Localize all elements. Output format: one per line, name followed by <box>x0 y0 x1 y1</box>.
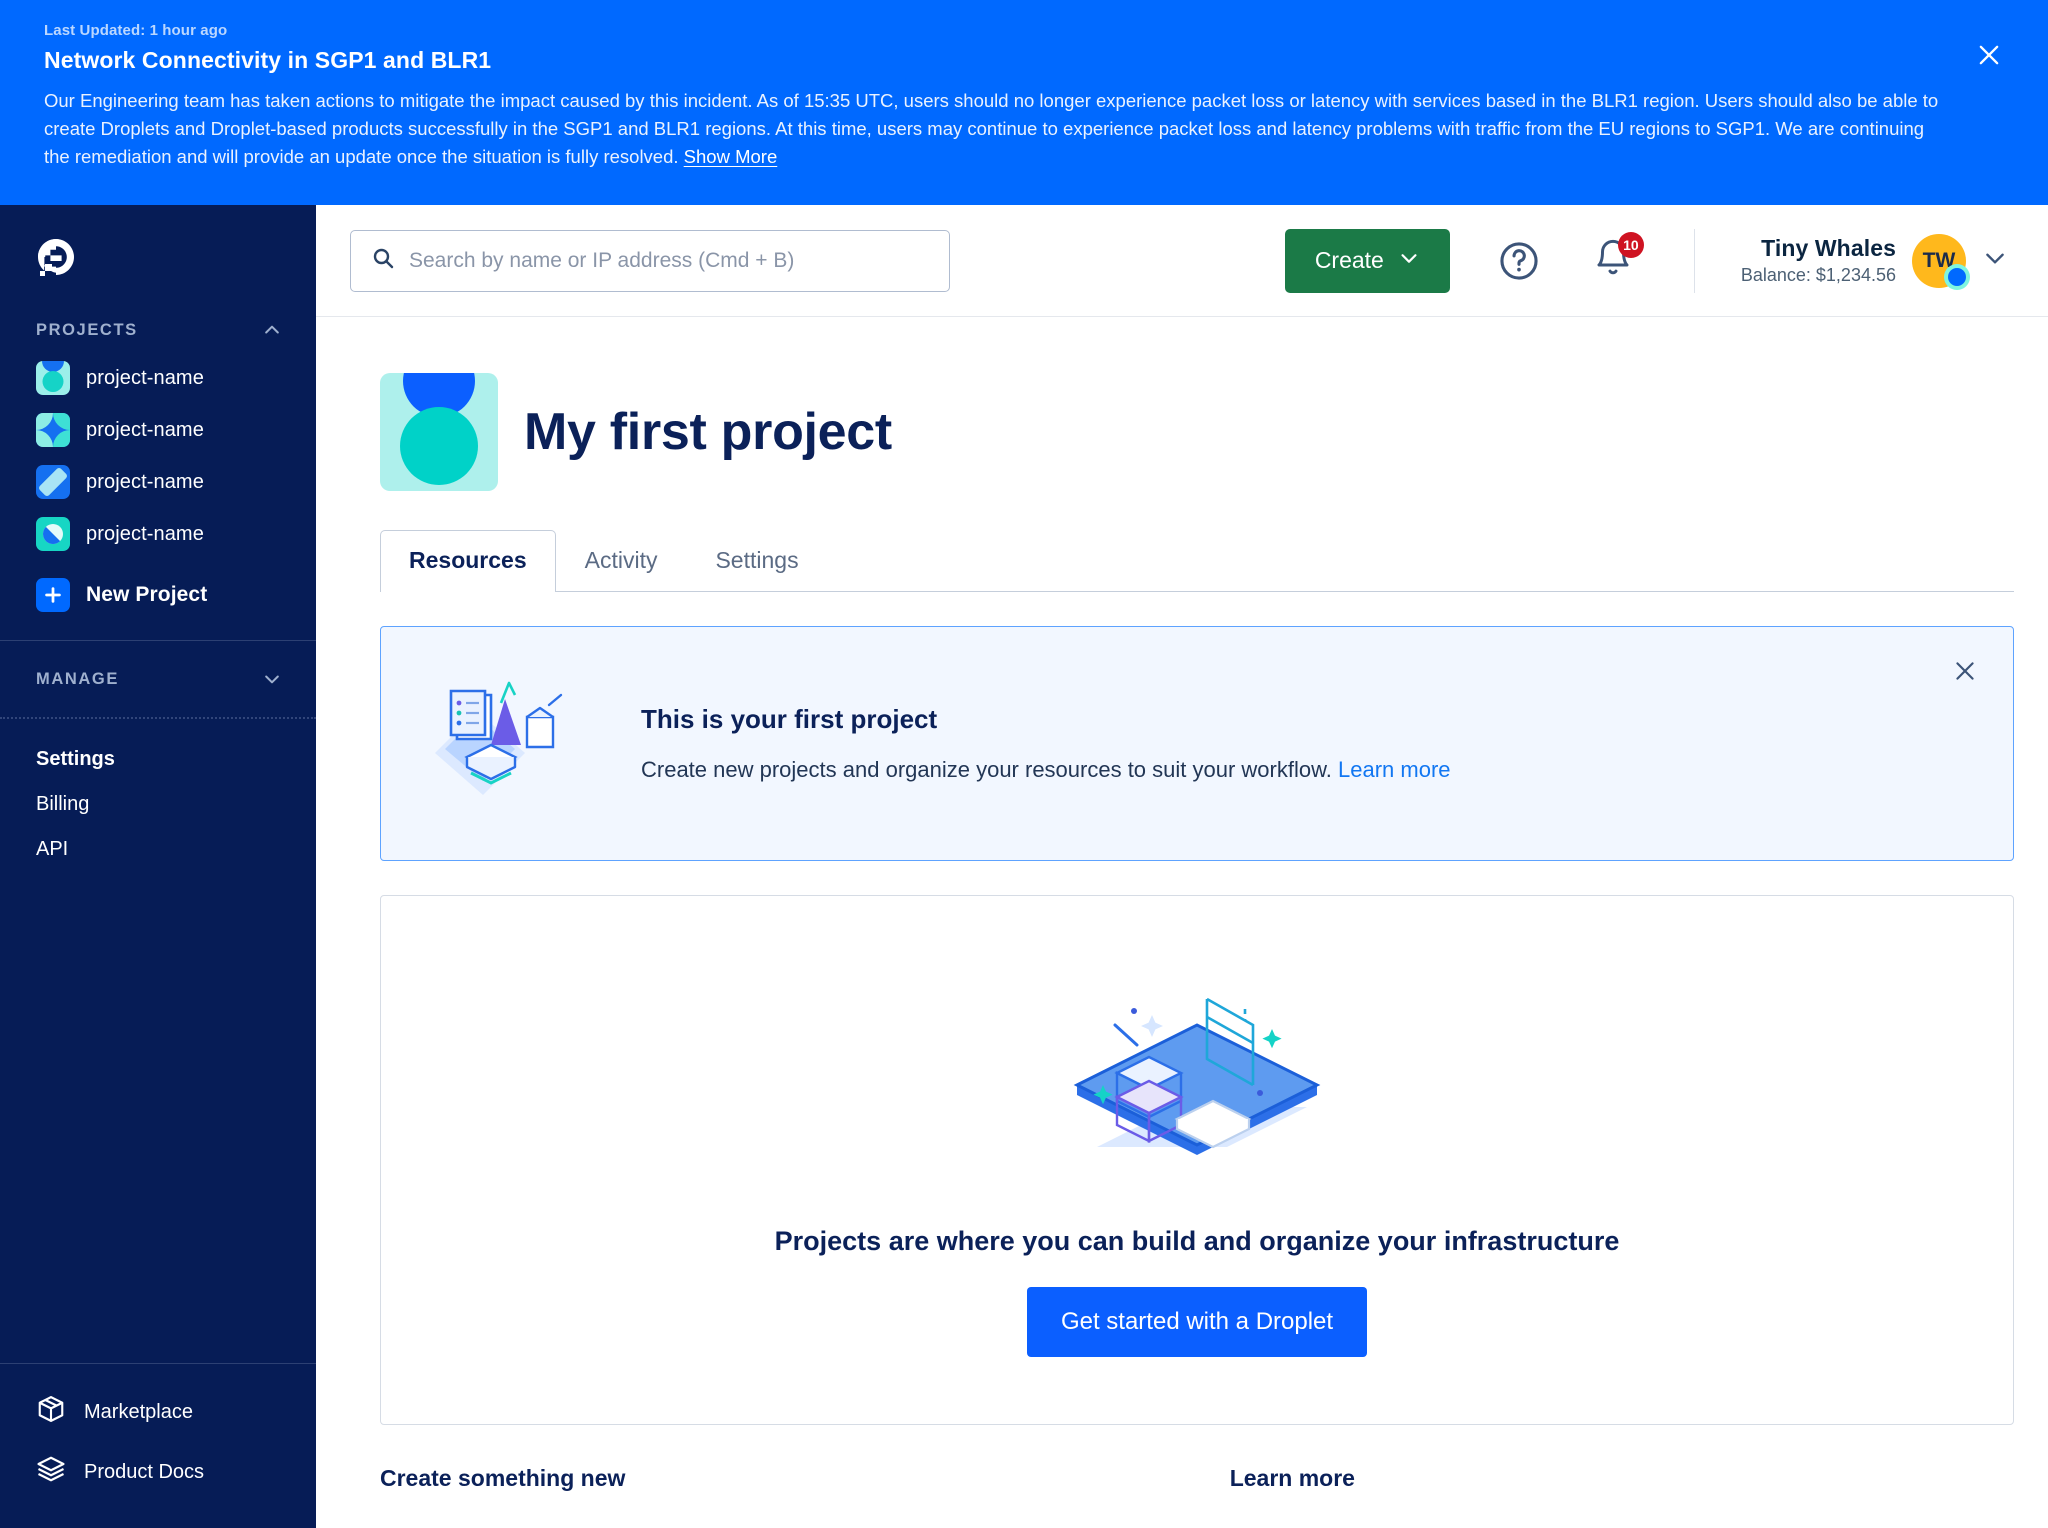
notification-badge: 10 <box>1617 231 1644 258</box>
tab-resources[interactable]: Resources <box>380 530 556 592</box>
sidebar-item-marketplace[interactable]: Marketplace <box>0 1382 316 1442</box>
help-circle-icon[interactable] <box>1494 236 1544 286</box>
sidebar: PROJECTS project-name project-name proje… <box>0 205 316 1528</box>
project-avatar-icon <box>380 373 498 491</box>
sidebar-footer-label: Marketplace <box>84 1400 193 1423</box>
new-project-label: New Project <box>86 583 208 606</box>
first-project-banner-title: This is your first project <box>641 704 938 734</box>
sidebar-item-project-1[interactable]: project-name <box>0 352 316 404</box>
sidebar-item-project-4[interactable]: project-name <box>0 508 316 560</box>
incident-title: Network Connectivity in SGP1 and BLR1 <box>44 47 492 73</box>
first-project-banner-text: This is your first project Create new pr… <box>625 704 1451 783</box>
project-avatar-icon <box>36 517 70 551</box>
sidebar-item-api[interactable]: API <box>0 827 316 872</box>
sidebar-section-manage[interactable]: MANAGE <box>0 641 316 717</box>
create-something-new-heading: Create something new <box>380 1465 626 1491</box>
sidebar-item-project-2[interactable]: project-name <box>0 404 316 456</box>
chevron-down-icon[interactable] <box>262 669 282 689</box>
plus-icon <box>36 578 70 612</box>
learn-more-link[interactable]: Learn more <box>1338 757 1451 782</box>
page-title: My first project <box>524 403 892 461</box>
sidebar-footer-label: Product Docs <box>84 1460 205 1483</box>
sidebar-item-billing[interactable]: Billing <box>0 782 316 827</box>
incident-body: Our Engineering team has taken actions t… <box>44 87 1944 171</box>
projects-label: PROJECTS <box>36 320 138 339</box>
project-header: My first project <box>350 317 2014 491</box>
incident-body-text: Our Engineering team has taken actions t… <box>44 90 1939 168</box>
sidebar-item-label: project-name <box>86 522 204 545</box>
learn-more-section: Learn more <box>1230 1465 2014 1492</box>
project-tabs: Resources Activity Settings <box>380 529 2014 592</box>
sidebar-item-project-3[interactable]: project-name <box>0 456 316 508</box>
digitalocean-logo[interactable] <box>0 205 316 308</box>
manage-list: Settings Billing API <box>0 719 316 872</box>
chevron-down-icon[interactable] <box>1982 245 2008 276</box>
chevron-down-icon <box>1398 247 1420 275</box>
create-button-label: Create <box>1314 247 1384 273</box>
incident-banner: Last Updated: 1 hour ago Network Connect… <box>0 0 2048 205</box>
search-icon <box>371 246 395 275</box>
new-project-button[interactable]: New Project <box>0 560 316 626</box>
content-area: My first project Resources Activity Sett… <box>316 317 2048 1528</box>
close-icon[interactable] <box>1949 655 1981 687</box>
user-name: Tiny Whales <box>1761 235 1896 261</box>
sidebar-item-label: project-name <box>86 418 204 441</box>
avatar-status-badge <box>1944 263 1970 290</box>
project-illustration <box>415 661 595 826</box>
sidebar-footer: Marketplace Product Docs <box>0 1363 316 1528</box>
close-icon[interactable] <box>1972 38 2006 72</box>
chevron-up-icon[interactable] <box>262 320 282 340</box>
body-row: PROJECTS project-name project-name proje… <box>0 205 2048 1528</box>
search-input[interactable] <box>409 248 929 273</box>
cube-icon <box>36 1394 66 1430</box>
first-project-banner-desc-text: Create new projects and organize your re… <box>641 757 1332 782</box>
sidebar-item-label: project-name <box>86 470 204 493</box>
stack-icon <box>36 1454 66 1490</box>
incident-last-updated: Last Updated: 1 hour ago <box>44 22 228 39</box>
empty-state-card: Projects are where you can build and org… <box>380 895 2014 1425</box>
sidebar-item-settings[interactable]: Settings <box>0 737 316 782</box>
user-menu[interactable]: Tiny Whales Balance: $1,234.56 TW <box>1741 233 2014 290</box>
first-project-banner: This is your first project Create new pr… <box>380 626 2014 861</box>
user-balance: Balance: $1,234.56 <box>1740 265 1896 285</box>
search-box[interactable] <box>350 229 950 292</box>
tab-activity[interactable]: Activity <box>556 530 687 592</box>
get-started-droplet-button[interactable]: Get started with a Droplet <box>1026 1287 1368 1357</box>
sidebar-section-projects[interactable]: PROJECTS <box>0 308 316 352</box>
show-more-link[interactable]: Show More <box>684 146 778 167</box>
create-button[interactable]: Create <box>1284 228 1450 293</box>
infrastructure-illustration <box>1057 957 1337 1192</box>
empty-state-title: Projects are where you can build and org… <box>774 1226 1620 1256</box>
notifications-button[interactable]: 10 <box>1588 231 1644 286</box>
sidebar-item-product-docs[interactable]: Product Docs <box>0 1442 316 1502</box>
topbar: Create 10 Tiny Whal <box>316 205 2048 317</box>
create-something-new-section: Create something new <box>380 1465 1230 1492</box>
user-text: Tiny Whales Balance: $1,234.56 <box>1741 235 1896 286</box>
project-avatar-icon <box>36 413 70 447</box>
main-area: Create 10 Tiny Whal <box>316 205 2048 1528</box>
avatar[interactable]: TW <box>1912 233 1970 290</box>
sidebar-item-label: project-name <box>86 366 204 389</box>
project-avatar-icon <box>36 361 70 395</box>
digitalocean-dashboard: Last Updated: 1 hour ago Network Connect… <box>0 0 2048 1528</box>
topbar-separator <box>1693 228 1695 293</box>
manage-label: MANAGE <box>36 669 119 688</box>
learn-more-heading: Learn more <box>1229 1465 1355 1491</box>
bottom-sections: Create something new Learn more <box>380 1465 2014 1522</box>
tab-settings[interactable]: Settings <box>686 530 827 592</box>
project-avatar-icon <box>36 465 70 499</box>
first-project-banner-description: Create new projects and organize your re… <box>641 757 1451 783</box>
